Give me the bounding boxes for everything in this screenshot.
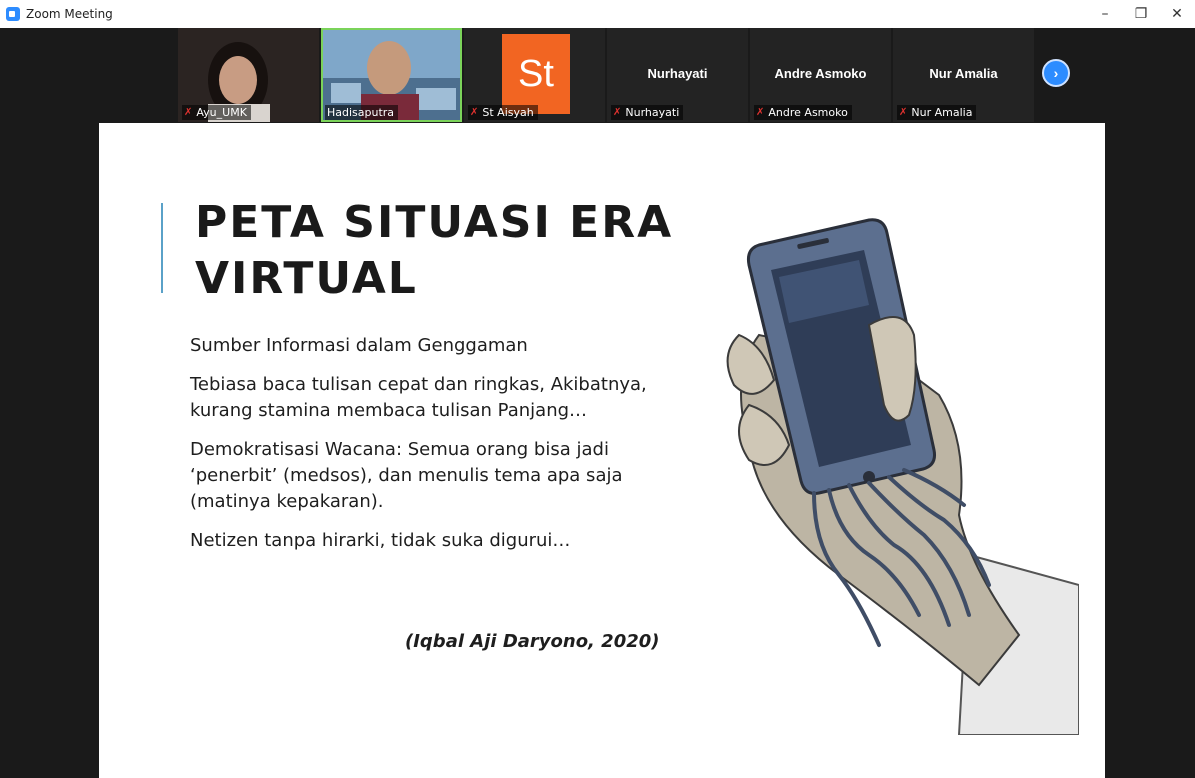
participant-display-name: Andre Asmoko [774, 66, 867, 81]
participant-label: ✗ Nur Amalia [897, 105, 977, 120]
participant-label: ✗ St Aisyah [468, 105, 538, 120]
meeting-area: ✗ Ayu_UMK Hadisaputra St ✗ St Aisyah Nur… [8, 28, 1195, 778]
participant-display-name: Nur Amalia [929, 66, 998, 81]
slide-point: Sumber Informasi dalam Genggaman [190, 335, 528, 356]
window-titlebar: Zoom Meeting – ❐ ✕ [0, 0, 1195, 28]
participant-tile-andre-asmoko[interactable]: Andre Asmoko ✗ Andre Asmoko [750, 28, 891, 122]
restore-button[interactable]: ❐ [1123, 0, 1159, 28]
mic-muted-icon: ✗ [184, 107, 193, 118]
slide-title-line-2: VIRTUAL [195, 253, 418, 304]
participant-strip: ✗ Ayu_UMK Hadisaputra St ✗ St Aisyah Nur… [178, 28, 1036, 122]
participant-name: Hadisaputra [327, 106, 395, 119]
window-title: Zoom Meeting [26, 7, 113, 21]
next-participants-button[interactable]: › [1042, 59, 1070, 87]
slide-title-line-1: PETA SITUASI ERA [195, 197, 674, 248]
slide-point: Netizen tanpa hirarki, tidak suka diguru… [190, 530, 571, 551]
participant-tile-hadisaputra[interactable]: Hadisaputra [321, 28, 462, 122]
hand-holding-phone-illustration [726, 218, 1079, 735]
shared-slide: PETA SITUASI ERA VIRTUAL Sumber Informas… [99, 123, 1105, 778]
title-accent-bar [161, 203, 163, 293]
slide-points: Sumber Informasi dalam Genggaman Tebiasa… [190, 333, 660, 567]
mic-muted-icon: ✗ [899, 107, 908, 118]
slide-point: Demokratisasi Wacana: Semua orang bisa j… [190, 439, 623, 512]
participant-tile-nurhayati[interactable]: Nurhayati ✗ Nurhayati [607, 28, 748, 122]
participant-tile-ayu[interactable]: ✗ Ayu_UMK [178, 28, 319, 122]
participant-name: Nurhayati [625, 106, 680, 119]
participant-label: ✗ Andre Asmoko [754, 105, 852, 120]
participant-name: Ayu_UMK [196, 106, 247, 119]
slide-point: Tebiasa baca tulisan cepat dan ringkas, … [190, 374, 647, 421]
zoom-app-icon [6, 7, 20, 21]
close-button[interactable]: ✕ [1159, 0, 1195, 28]
participant-label: Hadisaputra [325, 105, 399, 120]
participant-tile-st-aisyah[interactable]: St ✗ St Aisyah [464, 28, 605, 122]
participant-name: Nur Amalia [911, 106, 973, 119]
chevron-right-icon: › [1053, 65, 1059, 81]
participant-label: ✗ Ayu_UMK [182, 105, 251, 120]
participant-label: ✗ Nurhayati [611, 105, 684, 120]
participant-name: Andre Asmoko [768, 106, 848, 119]
minimize-button[interactable]: – [1087, 0, 1123, 28]
mic-muted-icon: ✗ [756, 107, 765, 118]
participant-display-name: Nurhayati [647, 66, 708, 81]
mic-muted-icon: ✗ [613, 107, 622, 118]
slide-title: PETA SITUASI ERA VIRTUAL [195, 195, 695, 307]
window-controls: – ❐ ✕ [1087, 0, 1195, 28]
participant-tile-nur-amalia[interactable]: Nur Amalia ✗ Nur Amalia [893, 28, 1034, 122]
mic-muted-icon: ✗ [470, 107, 479, 118]
participant-name: St Aisyah [482, 106, 534, 119]
avatar: St [502, 34, 570, 114]
slide-citation: (Iqbal Aji Daryono, 2020) [405, 631, 660, 652]
